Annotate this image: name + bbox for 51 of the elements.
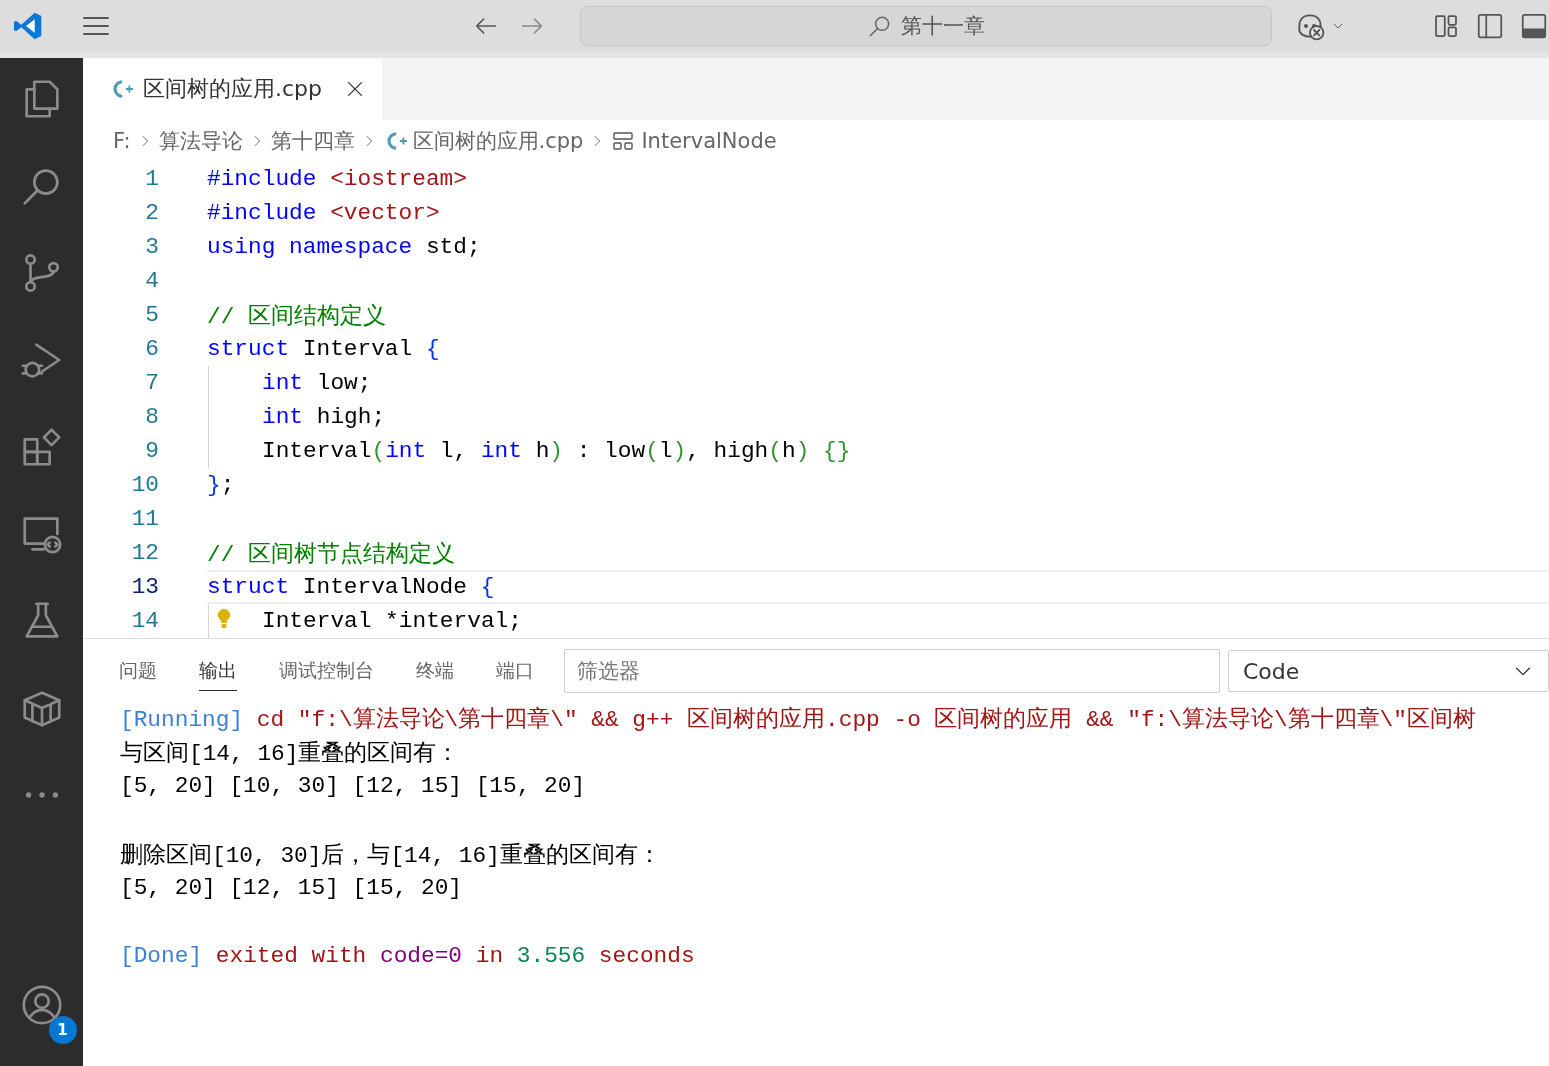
panel-toggle-icon[interactable] (1519, 11, 1549, 41)
breadcrumb-item[interactable]: 第十四章 (270, 127, 355, 155)
app-logo-icon[interactable] (12, 10, 44, 42)
output-line: [5, 20] [12, 15] [15, 20] (120, 875, 462, 901)
line-number: 5 (144, 302, 159, 328)
line-number: 6 (144, 336, 159, 362)
code-line: using namespace std; (207, 234, 481, 260)
line-number: 4 (144, 268, 159, 294)
output-channel-dropdown[interactable]: Code (1228, 650, 1549, 692)
output-line: [5, 20] [10, 30] [12, 15] [15, 20] (120, 773, 586, 799)
breadcrumb-item[interactable]: IntervalNode (641, 129, 777, 153)
output-line: 与区间[14, 16]重叠的区间有： (120, 739, 460, 768)
line-number: 10 (130, 472, 159, 498)
breadcrumb-item[interactable]: F: (113, 129, 131, 153)
code-line: int high; (262, 404, 386, 430)
breadcrumb-item[interactable]: 算法导论 (158, 127, 243, 155)
command-search-box[interactable]: 第十一章 (580, 6, 1272, 46)
code-line: #include <iostream> (207, 166, 467, 192)
code-line: }; (207, 472, 235, 498)
line-number: 11 (130, 506, 159, 532)
code-line: struct Interval { (207, 336, 440, 362)
struct-icon (611, 129, 636, 153)
sidebar-toggle-icon[interactable] (1475, 11, 1505, 41)
filter-field[interactable]: 筛选器 (564, 649, 1220, 693)
output-line: [Done] exited with code=0 in 3.556 seconds (120, 943, 695, 969)
code-line: #include <vector> (207, 200, 440, 226)
line-number: 2 (144, 200, 159, 226)
code-line: Interval(int l, int h) : low(l), high(h) {} (262, 438, 851, 464)
panel-tab[interactable]: 问题 (119, 651, 157, 691)
panel-tab[interactable]: 端口 (496, 651, 534, 691)
output-line: [Running] cd "f:\算法导论\第十四章\" && g++ 区间树的应用.cpp -o 区间树的应用 && "f:\算法导论\第十四章\"区间树 (120, 705, 1476, 734)
breadcrumb-item[interactable]: 区间树的应用.cpp (412, 127, 584, 155)
code-line: // 区间结构定义 (207, 302, 387, 331)
line-number: 13 (130, 574, 159, 600)
line-number: 8 (144, 404, 159, 430)
notification-badge: 1 (48, 1016, 77, 1044)
line-number: 7 (144, 370, 159, 396)
code-line: Interval *interval; (262, 608, 522, 634)
panel-tab[interactable]: 调试控制台 (279, 651, 374, 691)
output-line: 删除区间[10, 30]后，与[14, 16]重叠的区间有： (120, 841, 661, 870)
line-number: 12 (130, 540, 159, 566)
panel-tab[interactable]: 终端 (416, 651, 454, 691)
panel-tab[interactable]: 输出 (199, 651, 237, 691)
code-line: int low; (262, 370, 372, 396)
code-line: struct IntervalNode { (207, 574, 495, 600)
line-number: 9 (144, 438, 159, 464)
code-line: // 区间树节点结构定义 (207, 540, 456, 569)
line-number: 3 (144, 234, 159, 260)
line-number: 1 (144, 166, 159, 192)
editor-tab[interactable]: 区间树的应用.cpp (83, 58, 383, 120)
line-number: 14 (130, 608, 159, 634)
